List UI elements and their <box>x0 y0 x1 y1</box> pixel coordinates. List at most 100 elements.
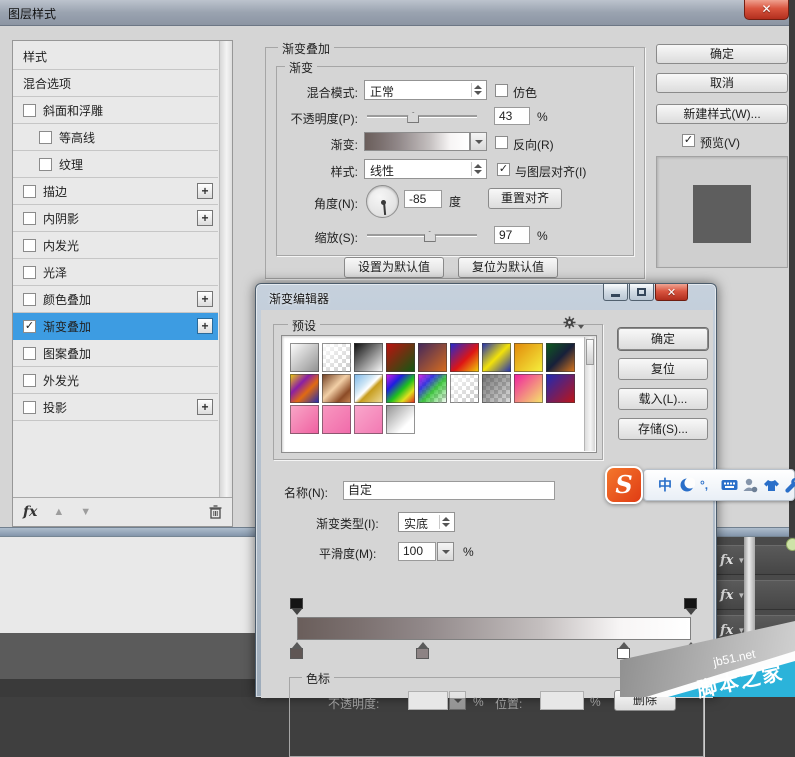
gradient-preset[interactable] <box>514 374 543 403</box>
item-checkbox[interactable]: ✓ <box>23 320 36 333</box>
skin-shirt-icon[interactable] <box>763 476 779 494</box>
item-checkbox[interactable] <box>39 158 52 171</box>
opacity-slider[interactable] <box>367 110 477 124</box>
style-list-item[interactable]: 斜面和浮雕 <box>13 97 218 124</box>
gradient-preset[interactable] <box>418 374 447 403</box>
style-list-item[interactable]: 外发光 <box>13 367 218 394</box>
blend-mode-select[interactable]: 正常 <box>364 80 487 100</box>
ime-toolbar[interactable]: 中 °, <box>643 469 795 501</box>
gradient-type-select[interactable]: 实底 <box>398 512 455 532</box>
preview-checkbox[interactable]: ✓ <box>682 134 695 147</box>
opacity-slider-thumb[interactable] <box>407 112 419 123</box>
opacity-input[interactable]: 43 <box>494 107 530 125</box>
ok-button[interactable]: 确定 <box>656 44 788 64</box>
style-list-scrollbar[interactable] <box>219 41 232 498</box>
item-checkbox[interactable] <box>23 266 36 279</box>
fullwidth-moon-icon[interactable] <box>679 476 695 494</box>
sogou-logo[interactable]: S <box>605 466 643 504</box>
style-list-item[interactable]: 内发光 <box>13 232 218 259</box>
smoothness-dropdown-button[interactable] <box>437 542 454 561</box>
style-select[interactable]: 线性 <box>364 159 487 179</box>
reset-default-button[interactable]: 复位为默认值 <box>458 257 558 278</box>
style-list-item[interactable]: 内阴影+ <box>13 205 218 232</box>
move-down-icon[interactable]: ▼ <box>80 506 91 518</box>
item-checkbox[interactable] <box>23 212 36 225</box>
style-list-item[interactable]: 纹理 <box>13 151 218 178</box>
smoothness-input[interactable]: 100 <box>398 542 436 561</box>
gradient-preset[interactable] <box>418 343 447 372</box>
color-stop[interactable] <box>617 642 630 659</box>
style-list-item[interactable]: 描边+ <box>13 178 218 205</box>
punctuation-icon[interactable]: °, <box>700 476 716 494</box>
maximize-button[interactable] <box>629 284 654 301</box>
reset-align-button[interactable]: 重置对齐 <box>488 188 562 209</box>
color-stop[interactable] <box>416 642 429 659</box>
angle-input[interactable]: -85 <box>404 190 442 208</box>
set-default-button[interactable]: 设置为默认值 <box>344 257 444 278</box>
close-button[interactable]: ✕ <box>744 0 789 20</box>
item-checkbox[interactable] <box>23 347 36 360</box>
gradient-preset[interactable] <box>386 405 415 434</box>
soft-keyboard-icon[interactable] <box>721 476 737 494</box>
gradient-strip[interactable] <box>297 617 691 640</box>
add-effect-icon[interactable]: + <box>197 291 213 307</box>
gradient-preset[interactable] <box>482 374 511 403</box>
fx-menu-icon[interactable]: fx <box>23 504 37 520</box>
new-style-button[interactable]: 新建样式(W)... <box>656 104 788 124</box>
scale-slider[interactable] <box>367 229 477 243</box>
style-list-item[interactable]: ✓渐变叠加+ <box>13 313 218 340</box>
presets-menu[interactable] <box>563 316 584 332</box>
layer-fx-icon[interactable]: fx <box>720 623 733 638</box>
gradient-preset[interactable] <box>546 343 575 372</box>
gradient-preset[interactable] <box>450 343 479 372</box>
gradient-preset[interactable] <box>322 405 351 434</box>
add-effect-icon[interactable]: + <box>197 210 213 226</box>
gradient-swatch[interactable] <box>364 132 470 151</box>
scale-slider-thumb[interactable] <box>424 231 436 242</box>
stop-position-input[interactable] <box>540 691 584 710</box>
gradient-preset[interactable] <box>386 374 415 403</box>
stop-delete-button[interactable]: 删除 <box>614 690 676 711</box>
item-checkbox[interactable] <box>23 185 36 198</box>
add-effect-icon[interactable]: + <box>197 183 213 199</box>
gradient-preset[interactable] <box>354 405 383 434</box>
presets-scrollbar-thumb[interactable] <box>586 339 594 365</box>
gradient-preset[interactable] <box>514 343 543 372</box>
ge-load-button[interactable]: 载入(L)... <box>618 388 708 410</box>
item-checkbox[interactable] <box>23 104 36 117</box>
style-list-item[interactable]: 混合选项 <box>13 70 218 97</box>
opacity-stop[interactable] <box>290 598 303 615</box>
item-checkbox[interactable] <box>23 374 36 387</box>
dither-checkbox[interactable] <box>495 84 508 97</box>
gradient-preset[interactable] <box>290 405 319 434</box>
settings-wrench-icon[interactable] <box>784 476 795 494</box>
style-list-item[interactable]: 投影+ <box>13 394 218 421</box>
name-input[interactable]: 自定 <box>343 481 555 500</box>
item-checkbox[interactable] <box>23 401 36 414</box>
stop-opacity-dropdown-button[interactable] <box>449 691 466 710</box>
item-checkbox[interactable] <box>39 131 52 144</box>
item-checkbox[interactable] <box>23 239 36 252</box>
gradient-preset[interactable] <box>290 374 319 403</box>
close-button[interactable]: ✕ <box>655 284 688 301</box>
color-stop[interactable] <box>684 642 697 659</box>
gradient-preset[interactable] <box>322 343 351 372</box>
gradient-preset[interactable] <box>482 343 511 372</box>
gradient-preset[interactable] <box>354 374 383 403</box>
gradient-preset[interactable] <box>386 343 415 372</box>
layer-fx-icon[interactable]: fx <box>720 553 733 568</box>
opacity-stop[interactable] <box>684 598 697 615</box>
move-up-icon[interactable]: ▲ <box>53 506 64 518</box>
ge-save-button[interactable]: 存储(S)... <box>618 418 708 440</box>
chinese-mode-icon[interactable]: 中 <box>658 476 674 494</box>
style-list-item[interactable]: 等高线 <box>13 124 218 151</box>
gradient-preset[interactable] <box>354 343 383 372</box>
stop-opacity-input[interactable] <box>408 691 448 710</box>
style-list-item[interactable]: 颜色叠加+ <box>13 286 218 313</box>
angle-dial[interactable] <box>366 185 399 218</box>
cancel-button[interactable]: 取消 <box>656 73 788 93</box>
dialog-titlebar[interactable]: 图层样式 <box>0 0 789 26</box>
color-stop[interactable] <box>290 642 303 659</box>
trash-icon[interactable] <box>209 505 222 519</box>
style-list-item[interactable]: 图案叠加 <box>13 340 218 367</box>
